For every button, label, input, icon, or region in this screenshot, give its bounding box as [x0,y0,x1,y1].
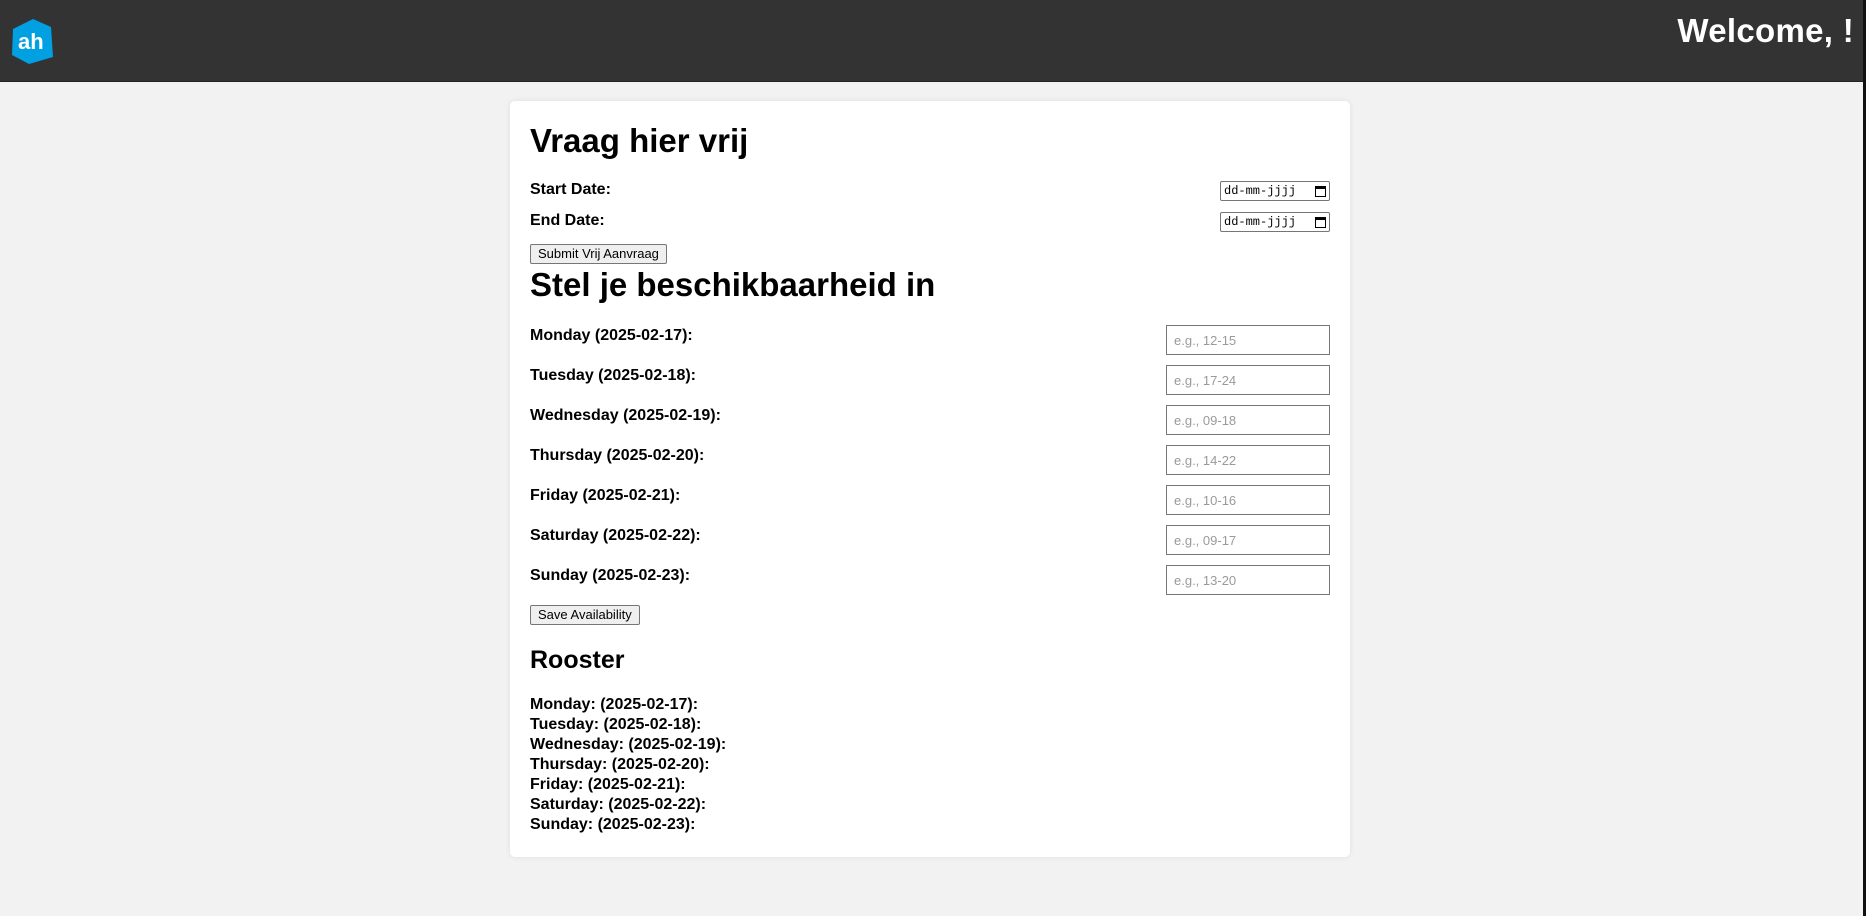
rooster-item: Wednesday: (2025-02-19): [530,736,727,753]
main-card: Vraag hier vrij Start Date: dd-mm-jjjj E… [510,101,1350,857]
welcome-message: Welcome, ! [1677,12,1854,49]
availability-label: Friday (2025-02-21): [530,487,681,504]
start-date-input[interactable]: dd-mm-jjjj [1220,181,1330,201]
availability-row-wednesday: Wednesday (2025-02-19): [530,405,1330,435]
availability-input-wednesday[interactable] [1166,405,1330,435]
availability-input-sunday[interactable] [1166,565,1330,595]
rooster-title: Rooster [530,646,625,674]
availability-row-tuesday: Tuesday (2025-02-18): [530,365,1330,395]
availability-label: Saturday (2025-02-22): [530,527,701,544]
availability-input-saturday[interactable] [1166,525,1330,555]
start-date-value: dd-mm-jjjj [1224,184,1297,198]
availability-input-friday[interactable] [1166,485,1330,515]
availability-label: Monday (2025-02-17): [530,327,693,344]
submit-vrij-button[interactable]: Submit Vrij Aanvraag [530,244,667,264]
rooster-item: Monday: (2025-02-17): [530,696,699,713]
albert-heijn-logo[interactable]: ah [9,17,55,65]
rooster-item: Saturday: (2025-02-22): [530,796,707,813]
rooster-list: Monday: (2025-02-17): Tuesday: (2025-02-… [530,695,726,835]
save-availability-button[interactable]: Save Availability [530,605,640,625]
availability-input-monday[interactable] [1166,325,1330,355]
start-date-label: Start Date: [530,181,611,198]
availability-row-saturday: Saturday (2025-02-22): [530,525,1330,555]
availability-row-friday: Friday (2025-02-21): [530,485,1330,515]
availability-input-tuesday[interactable] [1166,365,1330,395]
calendar-icon[interactable] [1315,185,1326,197]
top-navigation-bar: ah Welcome, ! [0,0,1866,82]
availability-row-sunday: Sunday (2025-02-23): [530,565,1330,595]
rooster-item: Tuesday: (2025-02-18): [530,716,702,733]
end-date-label: End Date: [530,212,605,229]
availability-label: Sunday (2025-02-23): [530,567,691,584]
availability-input-thursday[interactable] [1166,445,1330,475]
availability-row-thursday: Thursday (2025-02-20): [530,445,1330,475]
end-date-value: dd-mm-jjjj [1224,215,1297,229]
calendar-icon[interactable] [1315,216,1326,228]
availability-label: Wednesday (2025-02-19): [530,407,721,424]
logo-text: ah [18,29,44,54]
end-date-input[interactable]: dd-mm-jjjj [1220,212,1330,232]
rooster-item: Thursday: (2025-02-20): [530,756,710,773]
start-date-row: Start Date: dd-mm-jjjj [530,181,1330,205]
availability-label: Tuesday (2025-02-18): [530,367,696,384]
availability-title: Stel je beschikbaarheid in [530,266,936,303]
rooster-item: Sunday: (2025-02-23): [530,816,696,833]
availability-row-monday: Monday (2025-02-17): [530,325,1330,355]
end-date-row: End Date: dd-mm-jjjj [530,212,1330,236]
availability-label: Thursday (2025-02-20): [530,447,705,464]
rooster-item: Friday: (2025-02-21): [530,776,686,793]
vrij-title: Vraag hier vrij [530,122,749,159]
